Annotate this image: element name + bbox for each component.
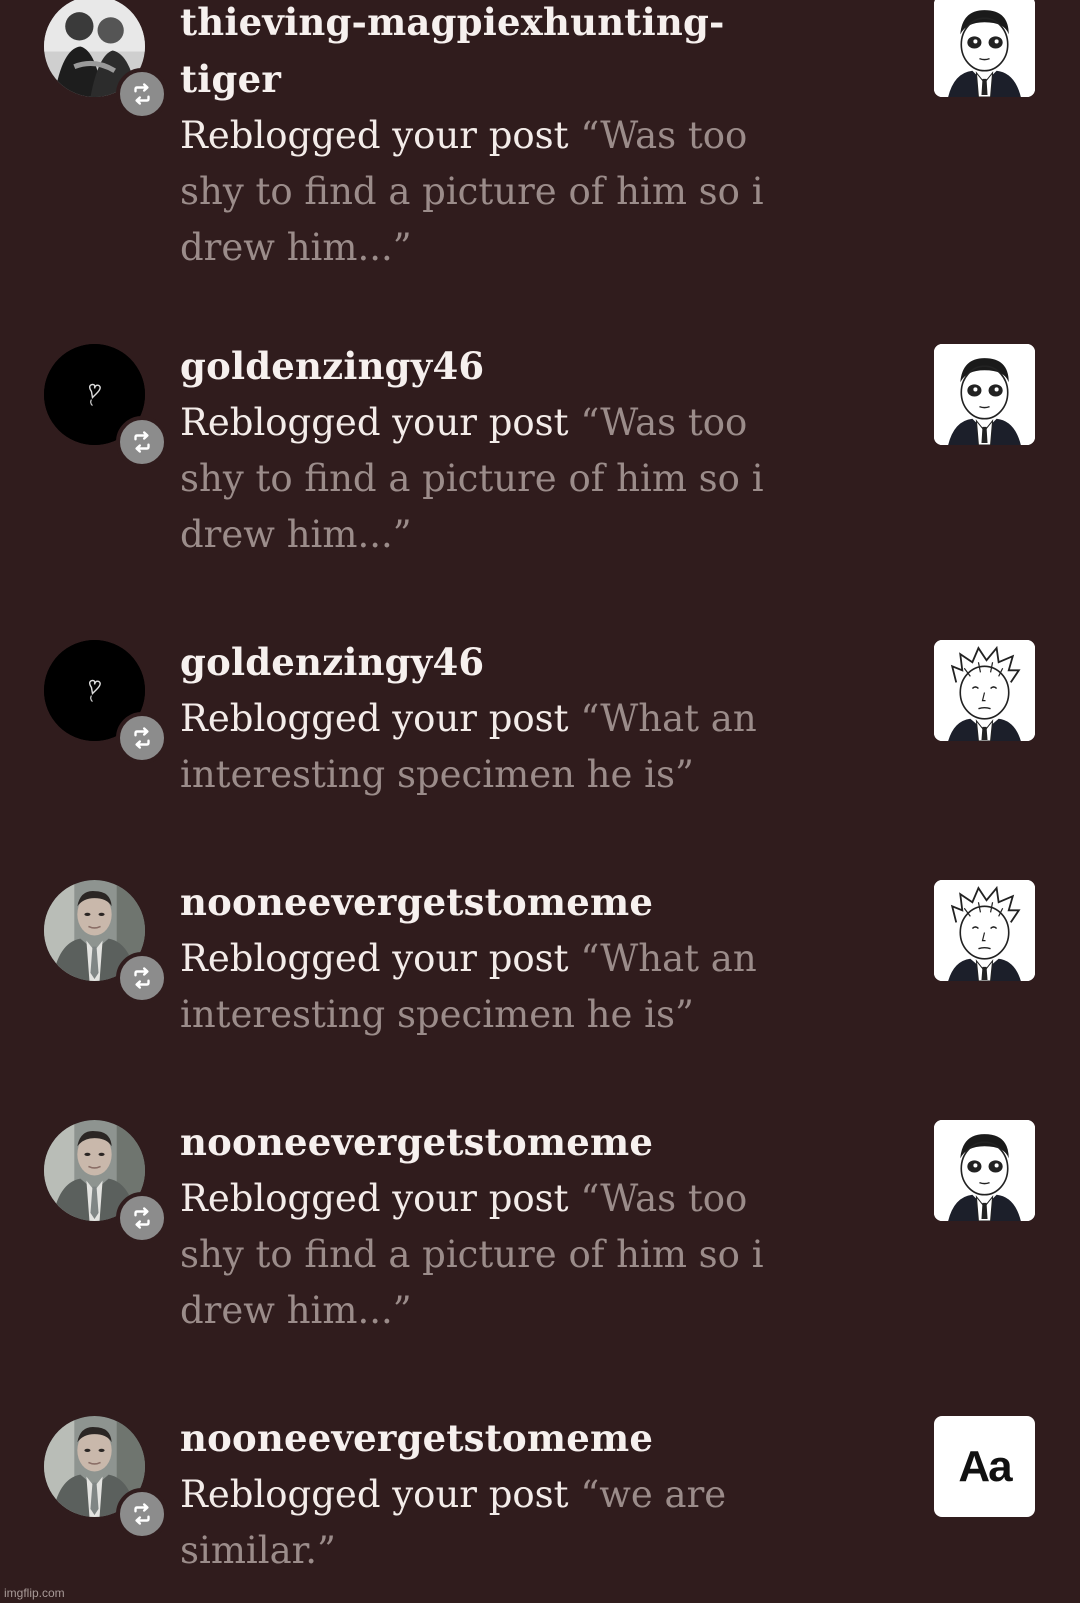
reblog-icon [129, 81, 155, 107]
notification-message: Reblogged your post “we are similar.” [180, 1467, 780, 1579]
notification-text: nooneevergetstomeme Reblogged your post … [180, 1120, 780, 1339]
notification-message: Reblogged your post “Was too shy to find… [180, 1171, 780, 1339]
drawn-man-autistic-eyes-thumbnail [934, 0, 1035, 97]
action-text: Reblogged your post [180, 1177, 569, 1220]
post-thumbnail[interactable]: Aa [934, 1416, 1035, 1517]
notification-message: Reblogged your post “What an interesting… [180, 691, 780, 803]
user-avatar-group[interactable] [44, 1120, 168, 1244]
username-link[interactable]: nooneevergetstomeme [180, 1410, 780, 1467]
user-avatar-group[interactable] [44, 0, 168, 120]
reblog-icon [129, 1501, 155, 1527]
action-text: Reblogged your post [180, 937, 569, 980]
post-thumbnail[interactable] [934, 344, 1035, 445]
user-avatar-group[interactable] [44, 344, 168, 468]
reblog-icon [129, 965, 155, 991]
reblog-badge [116, 1488, 168, 1540]
notification-text: nooneevergetstomeme Reblogged your post … [180, 880, 780, 1043]
reblog-badge [116, 1192, 168, 1244]
reblog-badge [116, 952, 168, 1004]
action-text: Reblogged your post [180, 1473, 569, 1516]
notification-text: goldenzingy46 Reblogged your post “Was t… [180, 344, 780, 563]
drawn-man-sketch-thumbnail [934, 880, 1035, 981]
notification-text: nooneevergetstomeme Reblogged your post … [180, 1416, 780, 1579]
notification-text: thieving-magpiexhunting-tiger Reblogged … [180, 0, 780, 276]
user-avatar-group[interactable] [44, 880, 168, 1004]
username-link[interactable]: goldenzingy46 [180, 634, 780, 691]
reblog-icon [129, 429, 155, 455]
action-text: Reblogged your post [180, 114, 569, 157]
username-link[interactable]: goldenzingy46 [180, 338, 780, 395]
drawn-man-sketch-thumbnail [934, 640, 1035, 741]
drawn-man-autistic-eyes-thumbnail [934, 1120, 1035, 1221]
username-link[interactable]: thieving-magpiexhunting-tiger [180, 0, 780, 108]
post-thumbnail[interactable] [934, 1120, 1035, 1221]
post-thumbnail[interactable] [934, 880, 1035, 981]
watermark: imgflip.com [4, 1586, 65, 1600]
reblog-icon [129, 725, 155, 751]
reblog-badge [116, 712, 168, 764]
notification-message: Reblogged your post “What an interesting… [180, 931, 780, 1043]
action-text: Reblogged your post [180, 401, 569, 444]
drawn-man-autistic-eyes-thumbnail [934, 344, 1035, 445]
action-text: Reblogged your post [180, 697, 569, 740]
text-post-thumbnail: Aa [958, 1441, 1012, 1491]
user-avatar-group[interactable] [44, 640, 168, 764]
reblog-badge [116, 416, 168, 468]
username-link[interactable]: nooneevergetstomeme [180, 874, 780, 931]
notification-message: Reblogged your post “Was too shy to find… [180, 395, 780, 563]
reblog-badge [116, 68, 168, 120]
notification-message: Reblogged your post “Was too shy to find… [180, 108, 780, 276]
user-avatar-group[interactable] [44, 1416, 168, 1540]
post-thumbnail[interactable] [934, 640, 1035, 741]
notification-text: goldenzingy46 Reblogged your post “What … [180, 640, 780, 803]
post-thumbnail[interactable] [934, 0, 1035, 97]
reblog-icon [129, 1205, 155, 1231]
username-link[interactable]: nooneevergetstomeme [180, 1114, 780, 1171]
notification-feed: thieving-magpiexhunting-tiger Reblogged … [0, 0, 1080, 1603]
